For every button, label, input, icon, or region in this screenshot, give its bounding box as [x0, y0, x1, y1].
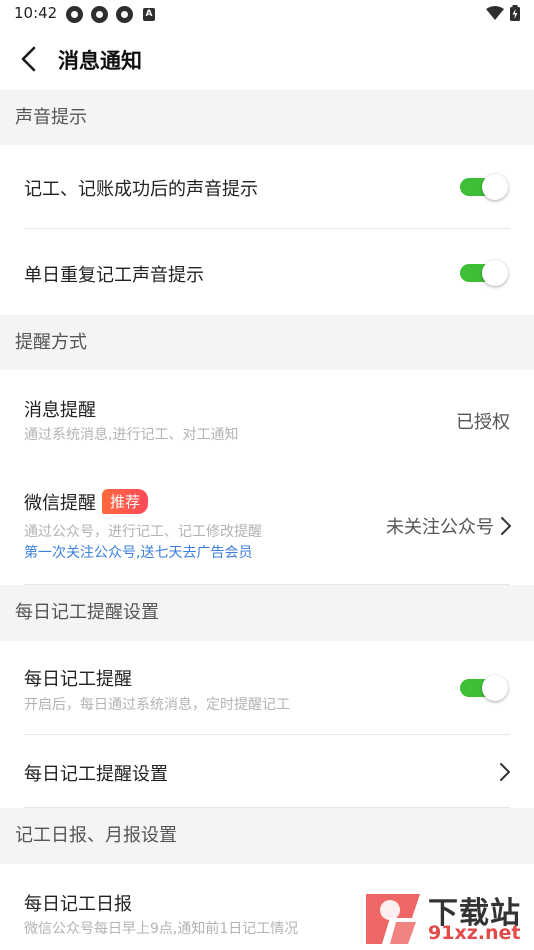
section-header-report: 记工日报、月报设置 [0, 808, 534, 864]
toggle-knob [482, 675, 508, 701]
sound-repeat-row: 单日重复记工声音提示 [0, 229, 534, 315]
daily-reminder-settings-row[interactable]: 每日记工提醒设置 [0, 735, 534, 808]
wechat-status: 未关注公众号 [386, 513, 512, 539]
row-title: 单日重复记工声音提示 [24, 265, 204, 286]
daily-reminder-row: 每日记工提醒 开启后，每日通过系统消息，定时提醒记工 [0, 641, 534, 735]
chevron-left-icon [21, 46, 36, 72]
row-title-wrap: 微信提醒 推荐 [24, 489, 149, 515]
toggle-knob [482, 174, 508, 200]
system-icons [486, 5, 520, 21]
row-subtitle: 通过公众号，进行记工、记工修改提醒 [24, 524, 262, 540]
row-subtitle: 微信公众号每日早上9点,通知前1日记工情况 [24, 921, 299, 937]
promo-link[interactable]: 第一次关注公众号,送七天去广告会员 [24, 542, 252, 562]
wechat-reminder-row[interactable]: 微信提醒 推荐 通过公众号，进行记工、记工修改提醒 第一次关注公众号,送七天去广告… [0, 465, 534, 585]
battery-icon [510, 5, 520, 21]
row-title: 每日记工日报 [24, 894, 132, 915]
nav-bar: 消息通知 [0, 28, 534, 90]
sound-success-row: 记工、记账成功后的声音提示 [0, 145, 534, 229]
row-title: 每日记工提醒设置 [24, 764, 168, 785]
message-reminder-row[interactable]: 消息提醒 通过系统消息,进行记工、对工通知 已授权 [0, 370, 534, 465]
sound-success-toggle[interactable] [460, 174, 508, 200]
chevron-right-icon [500, 763, 510, 781]
section-header-daily: 每日记工提醒设置 [0, 585, 534, 641]
wifi-icon [486, 6, 504, 20]
wechat-status-label: 未关注公众号 [386, 517, 494, 538]
app-notification-icon [66, 6, 83, 23]
row-title: 微信提醒 [24, 493, 96, 514]
sound-repeat-toggle[interactable] [460, 260, 508, 286]
toggle-knob [482, 260, 508, 286]
section-header-sound: 声音提示 [0, 90, 534, 145]
back-button[interactable] [12, 42, 46, 76]
status-time: 10:42 [14, 4, 58, 22]
authorization-status: 已授权 [456, 412, 510, 433]
row-subtitle: 开启后，每日通过系统消息，定时提醒记工 [24, 697, 290, 713]
section-header-reminder: 提醒方式 [0, 315, 534, 370]
app-notification-icon [91, 6, 108, 23]
row-title: 记工、记账成功后的声音提示 [24, 179, 258, 200]
recommend-badge: 推荐 [102, 489, 149, 514]
watermark-logo: 下载站 91xz.net [360, 888, 530, 948]
daily-reminder-toggle[interactable] [460, 675, 508, 701]
chevron-right-icon [501, 517, 511, 535]
a-badge-icon: A [143, 8, 155, 21]
watermark-emblem-icon [366, 894, 420, 944]
page-title: 消息通知 [58, 49, 142, 73]
watermark-domain: 91xz.net [428, 922, 521, 944]
row-title: 每日记工提醒 [24, 669, 132, 690]
row-title: 消息提醒 [24, 400, 96, 421]
app-notification-icon [116, 6, 133, 23]
row-subtitle: 通过系统消息,进行记工、对工通知 [24, 427, 239, 443]
notification-icons: A [66, 6, 155, 23]
status-bar: 10:42 A [0, 0, 534, 28]
